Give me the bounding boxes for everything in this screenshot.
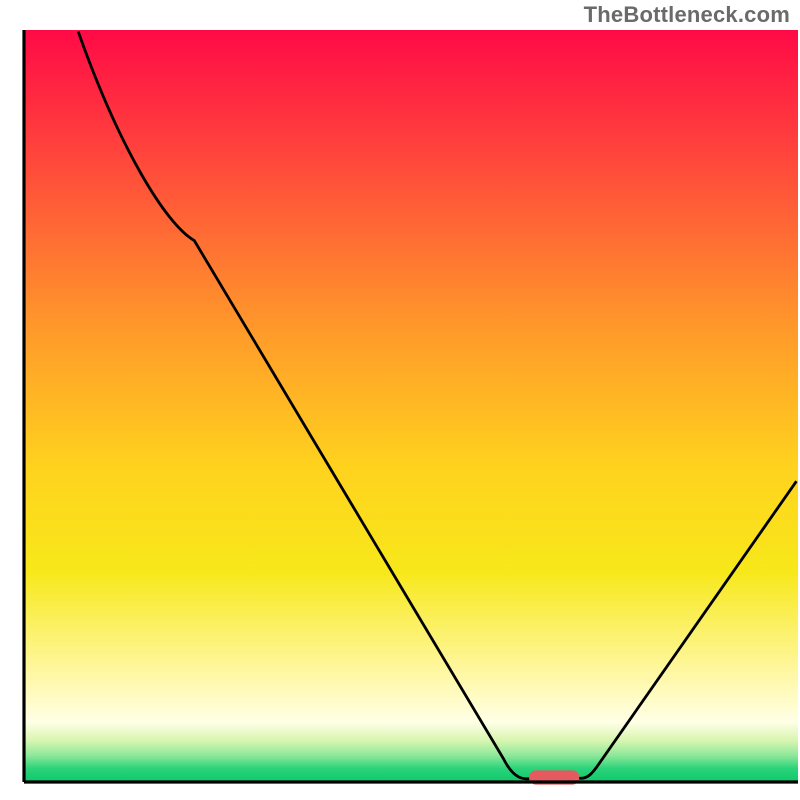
bottleneck-chart (0, 0, 800, 800)
chart-container: TheBottleneck.com (0, 0, 800, 800)
watermark-text: TheBottleneck.com (584, 2, 790, 28)
gradient-background (24, 30, 798, 782)
